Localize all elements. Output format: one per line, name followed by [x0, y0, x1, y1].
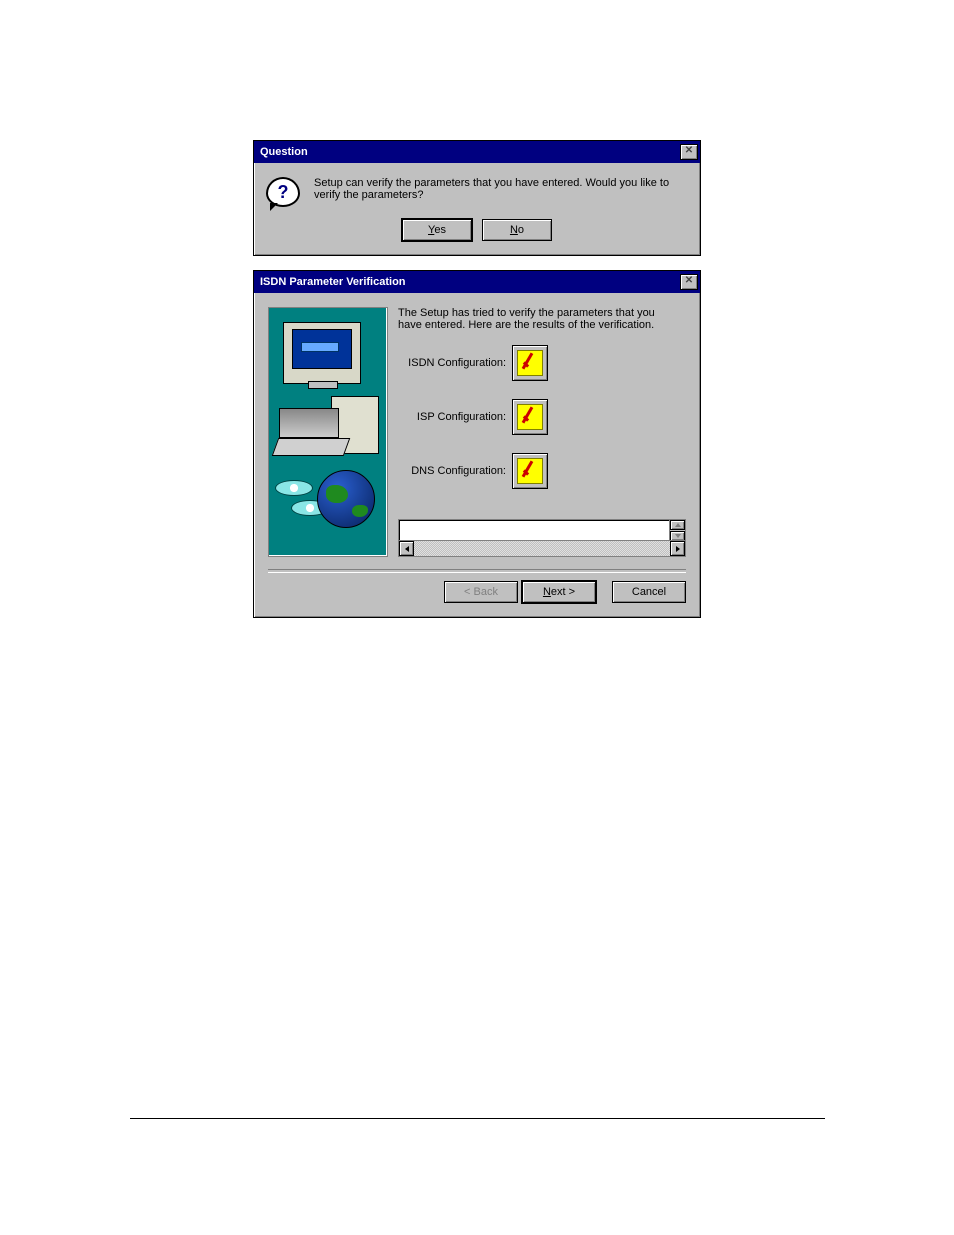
horizontal-scrollbar[interactable] [399, 540, 685, 556]
checkmark-icon [517, 458, 543, 484]
isdn-config-row: ISDN Configuration: [398, 345, 686, 381]
dns-config-label: DNS Configuration: [398, 465, 506, 477]
scroll-left-icon[interactable] [399, 541, 414, 556]
checkmark-icon [517, 404, 543, 430]
isp-config-row: ISP Configuration: [398, 399, 686, 435]
no-button[interactable]: No [482, 219, 552, 241]
isdn-wizard-dialog: ISDN Parameter Verification ✕ The Setup … [253, 270, 701, 618]
no-text-rest: o [518, 224, 524, 236]
close-icon[interactable]: ✕ [680, 144, 698, 160]
vertical-scrollbar[interactable] [669, 520, 685, 541]
question-mark-icon: ? [266, 177, 300, 207]
isp-config-status-button[interactable] [512, 399, 548, 435]
scroll-right-icon[interactable] [670, 541, 685, 556]
isdn-config-status-button[interactable] [512, 345, 548, 381]
dns-config-status-button[interactable] [512, 453, 548, 489]
yes-text-rest: es [434, 224, 446, 236]
next-rest: ext > [551, 586, 575, 598]
scroll-up-icon[interactable] [670, 520, 685, 530]
wizard-titlebar: ISDN Parameter Verification ✕ [254, 271, 700, 293]
question-message: Setup can verify the parameters that you… [314, 177, 688, 207]
checkmark-icon [517, 350, 543, 376]
next-button[interactable]: Next > [522, 581, 596, 603]
close-icon[interactable]: ✕ [680, 274, 698, 290]
page-footer-rule [130, 1118, 825, 1119]
isp-config-label: ISP Configuration: [398, 411, 506, 423]
back-button[interactable]: < Back [444, 581, 518, 603]
wizard-title: ISDN Parameter Verification [260, 276, 406, 288]
log-textbox[interactable] [398, 519, 686, 557]
question-titlebar: Question ✕ [254, 141, 700, 163]
isdn-config-label: ISDN Configuration: [398, 357, 506, 369]
dns-config-row: DNS Configuration: [398, 453, 686, 489]
question-dialog: Question ✕ ? Setup can verify the parame… [253, 140, 701, 256]
yes-button[interactable]: Yes [402, 219, 472, 241]
wizard-intro-text: The Setup has tried to verify the parame… [398, 307, 686, 331]
question-title: Question [260, 146, 308, 158]
wizard-illustration [268, 307, 388, 557]
cancel-button[interactable]: Cancel [612, 581, 686, 603]
